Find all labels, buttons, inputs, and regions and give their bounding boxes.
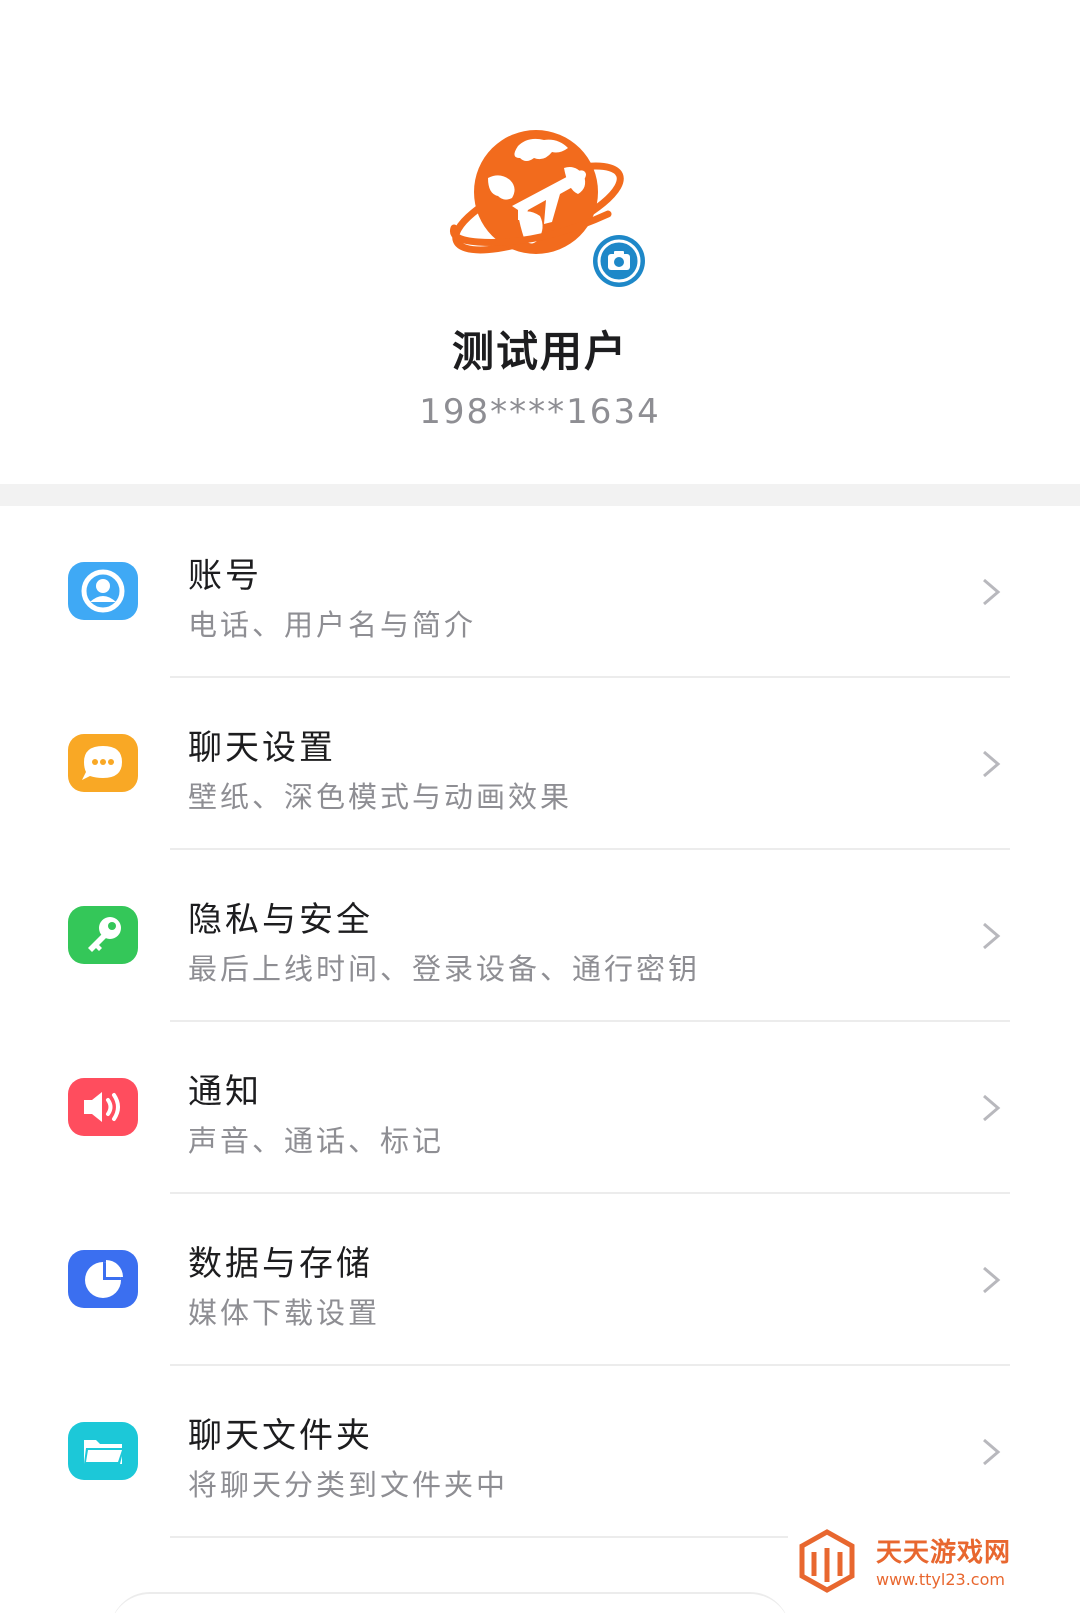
menu-item-subtitle: 电话、用户名与简介 <box>188 608 477 642</box>
chevron-right-icon <box>983 1094 1001 1122</box>
profile-header: 测试用户 198****1634 <box>0 0 1080 484</box>
menu-item-data-storage[interactable]: 数据与存储 媒体下载设置 <box>0 1194 1080 1366</box>
user-name: 测试用户 <box>451 327 628 376</box>
chevron-right-icon <box>983 1438 1001 1466</box>
menu-item-subtitle: 声音、通话、标记 <box>188 1124 445 1158</box>
camera-icon <box>593 235 645 287</box>
menu-item-privacy-security[interactable]: 隐私与安全 最后上线时间、登录设备、通行密钥 <box>0 850 1080 1022</box>
menu-item-title: 数据与存储 <box>188 1244 373 1284</box>
settings-screen: 测试用户 198****1634 账号 电话、用户名与简介 聊天设置 壁纸、深色… <box>0 0 1080 1613</box>
menu-item-notifications[interactable]: 通知 声音、通话、标记 <box>0 1022 1080 1194</box>
watermark-url: www.ttyl23.com <box>876 1570 1005 1589</box>
menu-item-chat-settings[interactable]: 聊天设置 壁纸、深色模式与动画效果 <box>0 678 1080 850</box>
menu-item-subtitle: 最后上线时间、登录设备、通行密钥 <box>188 952 701 986</box>
menu-item-title: 账号 <box>188 556 262 596</box>
menu-item-title: 聊天文件夹 <box>188 1416 373 1456</box>
section-gap <box>0 484 1080 506</box>
key-icon <box>68 906 138 964</box>
chevron-right-icon <box>983 922 1001 950</box>
account-icon <box>68 562 138 620</box>
chevron-right-icon <box>983 578 1001 606</box>
chat-bubble-icon <box>68 734 138 792</box>
menu-item-title: 聊天设置 <box>188 728 336 768</box>
chevron-right-icon <box>983 750 1001 778</box>
menu-item-title: 隐私与安全 <box>188 900 373 940</box>
watermark: 天天游戏网 www.ttyl23.com <box>788 1520 1080 1613</box>
folder-icon <box>68 1422 138 1480</box>
settings-menu: 账号 电话、用户名与简介 聊天设置 壁纸、深色模式与动画效果 隐私与安全 最后上… <box>0 506 1080 1538</box>
watermark-name: 天天游戏网 <box>876 1538 1012 1568</box>
menu-item-chat-folders[interactable]: 聊天文件夹 将聊天分类到文件夹中 <box>0 1366 1080 1538</box>
menu-item-title: 通知 <box>188 1072 262 1112</box>
bottom-navigation-bar <box>110 1592 790 1613</box>
avatar-container[interactable] <box>448 128 648 290</box>
user-phone: 198****1634 <box>419 392 661 432</box>
watermark-logo <box>799 1529 855 1593</box>
menu-item-subtitle: 壁纸、深色模式与动画效果 <box>188 780 573 814</box>
chevron-right-icon <box>983 1266 1001 1294</box>
change-photo-button[interactable] <box>590 232 648 290</box>
menu-item-subtitle: 媒体下载设置 <box>188 1296 381 1330</box>
menu-item-subtitle: 将聊天分类到文件夹中 <box>188 1468 509 1502</box>
menu-item-account[interactable]: 账号 电话、用户名与简介 <box>0 506 1080 678</box>
pie-chart-icon <box>68 1250 138 1308</box>
speaker-icon <box>68 1078 138 1136</box>
